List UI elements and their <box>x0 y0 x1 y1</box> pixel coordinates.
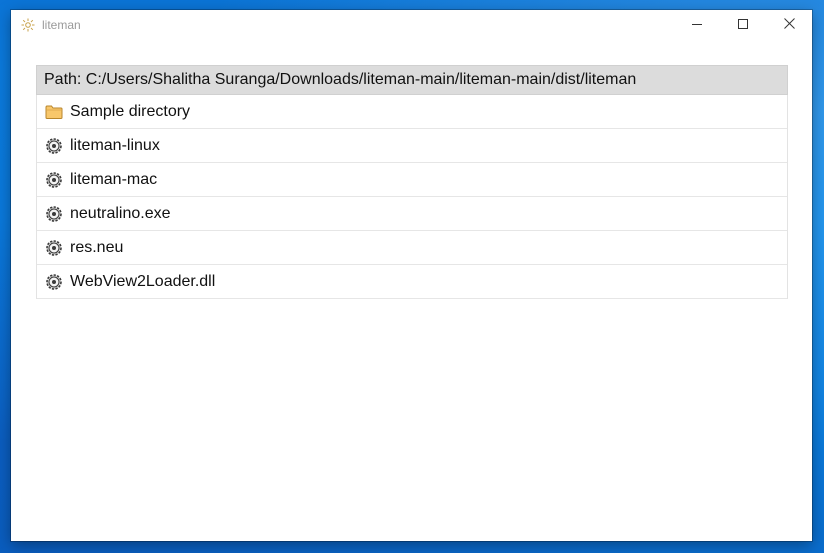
gear-icon <box>45 273 63 291</box>
gear-icon <box>45 239 63 257</box>
title-bar[interactable]: liteman <box>11 10 812 40</box>
file-browser: Path: C:/Users/Shalitha Suranga/Download… <box>36 65 788 299</box>
path-bar: Path: C:/Users/Shalitha Suranga/Download… <box>36 65 788 95</box>
file-name: Sample directory <box>70 102 191 120</box>
file-name: liteman-mac <box>70 170 158 188</box>
list-item-liteman-mac[interactable]: liteman-mac <box>37 163 787 197</box>
list-item-neutralino-exe[interactable]: neutralino.exe <box>37 197 787 231</box>
caption-buttons <box>674 10 812 40</box>
list-item-webview2loader-dll[interactable]: WebView2Loader.dll <box>37 265 787 299</box>
minimize-button[interactable] <box>674 10 720 40</box>
list-item-liteman-linux[interactable]: liteman-linux <box>37 129 787 163</box>
folder-icon <box>45 103 63 121</box>
window-title: liteman <box>42 18 81 32</box>
gear-icon <box>45 171 63 189</box>
list-item-sample-directory[interactable]: Sample directory <box>37 95 787 129</box>
list-item-res-neu[interactable]: res.neu <box>37 231 787 265</box>
gear-icon <box>45 205 63 223</box>
maximize-icon <box>738 16 748 34</box>
file-name: liteman-linux <box>70 136 160 154</box>
sun-icon <box>20 17 36 33</box>
gear-icon <box>45 137 63 155</box>
file-list: Sample directory liteman-linux liteman-m… <box>36 95 788 299</box>
path-text: Path: C:/Users/Shalitha Suranga/Download… <box>44 71 637 88</box>
file-name: res.neu <box>70 238 124 256</box>
close-button[interactable] <box>766 10 812 40</box>
file-name: WebView2Loader.dll <box>70 272 216 290</box>
maximize-button[interactable] <box>720 10 766 40</box>
minimize-icon <box>692 16 702 34</box>
app-window: liteman Path: C:/Users/Shalitha Suranga/… <box>11 10 812 541</box>
close-icon <box>783 16 795 34</box>
file-name: neutralino.exe <box>70 204 171 222</box>
